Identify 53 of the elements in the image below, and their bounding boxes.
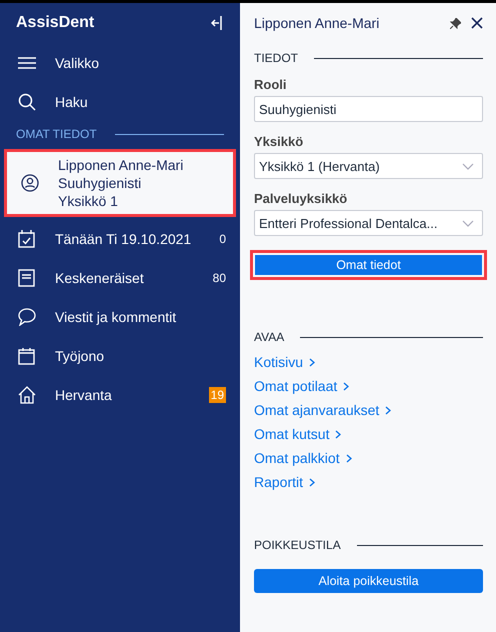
profile-role: Suuhygienisti: [58, 174, 142, 192]
app-logo: AssisDent: [16, 14, 94, 32]
link[interactable]: Omat potilaat: [254, 378, 483, 394]
section-title: OMAT TIEDOT: [16, 127, 97, 141]
chevron-right-icon: [343, 382, 350, 390]
clipboard-icon: [18, 346, 35, 364]
link[interactable]: Omat palkkiot: [254, 450, 483, 466]
panel-title: Lipponen Anne-Mari: [254, 15, 380, 31]
chevron-right-icon: [309, 358, 316, 366]
chevron-right-icon: [346, 454, 352, 462]
nav-item[interactable]: Viestit ja kommentit: [0, 297, 240, 336]
document-icon: [18, 268, 35, 286]
primary-button[interactable]: Omat tiedot: [255, 255, 482, 275]
speech-bubble-icon: [18, 308, 36, 326]
profile-name: Lipponen Anne-Mari: [58, 156, 184, 174]
profile-unit: Yksikkö 1: [58, 192, 119, 210]
count-badge: 19: [208, 386, 226, 402]
user-icon: [21, 174, 39, 192]
pin-icon[interactable]: [450, 18, 461, 28]
nav-item[interactable]: Hervanta 19: [0, 375, 240, 414]
chevron-right-icon: [385, 406, 392, 414]
field-label: Yksikkö: [254, 134, 304, 149]
chevron-down-icon: [462, 220, 474, 226]
link[interactable]: Kotisivu: [254, 354, 483, 370]
section-title: POIKKEUSTILA: [254, 538, 341, 552]
field-label: Rooli: [254, 77, 288, 92]
link[interactable]: Raportit: [254, 474, 483, 490]
link[interactable]: Omat ajanvaraukset: [254, 402, 483, 418]
dropdown[interactable]: Yksikkö 1 (Hervanta): [254, 153, 483, 179]
section-title: TIEDOT: [254, 51, 298, 65]
chevron-right-icon: [309, 478, 316, 486]
chevron-right-icon: [335, 430, 342, 438]
dropdown[interactable]: Entteri Professional Dentalca...: [254, 210, 483, 236]
item-count: 0: [219, 232, 226, 246]
house-icon: [18, 386, 36, 404]
chevron-down-icon: [462, 162, 474, 170]
nav-item[interactable]: Keskeneräiset 80: [0, 258, 240, 297]
nav-item[interactable]: Tänään Ti 19.10.2021 0: [0, 219, 240, 258]
section-title: AVAA: [254, 330, 284, 344]
nav-item[interactable]: Työjono: [0, 336, 240, 375]
item-count: 80: [212, 270, 226, 284]
menu-item[interactable]: Haku: [0, 82, 240, 121]
primary-button[interactable]: Aloita poikkeustila: [254, 569, 483, 593]
profile-card[interactable]: Lipponen Anne-Mari Suuhygienisti Yksikkö 1: [4, 149, 236, 217]
search-icon: [18, 92, 36, 110]
menu-item[interactable]: Valikko: [0, 43, 240, 82]
calendar-check-icon: [18, 230, 35, 248]
collapse-icon[interactable]: [211, 16, 222, 30]
field-label: Palveluyksikkö: [254, 191, 348, 206]
close-icon[interactable]: [471, 17, 483, 29]
link[interactable]: Omat kutsut: [254, 426, 483, 442]
input-field[interactable]: Suuhygienisti: [254, 96, 483, 122]
menu-icon: [18, 56, 36, 68]
